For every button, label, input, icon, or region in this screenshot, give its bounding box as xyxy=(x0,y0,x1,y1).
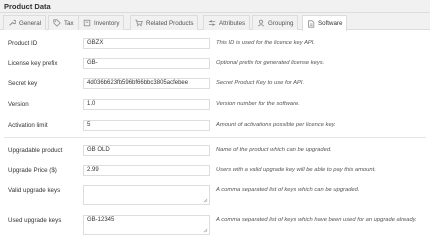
upgrade-price-input[interactable]: 2.99 xyxy=(83,165,210,176)
product-id-description: This ID is used for the licence key API. xyxy=(216,40,316,46)
activation-limit-description: Amount of activations possible per licen… xyxy=(216,122,336,128)
used-upgrade-keys-value: GB-12345 xyxy=(87,217,115,223)
license-key-prefix-label: License key prefix xyxy=(8,60,58,67)
tag-icon xyxy=(53,19,61,27)
version-input[interactable]: 1.0 xyxy=(83,99,210,110)
valid-upgrade-keys-label: Valid upgrade keys xyxy=(8,187,61,194)
activation-limit-input[interactable]: 5 xyxy=(83,120,210,131)
upgrade-price-label: Upgrade Price ($) xyxy=(8,167,57,174)
license-key-prefix-description: Optional prefix for generated license ke… xyxy=(216,60,325,66)
tab-grouping-label: Grouping xyxy=(268,19,294,27)
used-upgrade-keys-textarea[interactable]: GB-12345 xyxy=(83,215,210,235)
document-icon xyxy=(308,19,315,28)
product-data-tabs: General Tax Inventory Related Products A… xyxy=(0,13,430,31)
activation-limit-label: Activation limit xyxy=(8,122,48,129)
attributes-icon xyxy=(208,20,216,26)
section-divider xyxy=(4,137,426,138)
valid-upgrade-keys-description: A comma separated list of keys which can… xyxy=(216,187,360,193)
tab-attributes[interactable]: Attributes xyxy=(203,15,251,30)
resize-grip-icon[interactable] xyxy=(203,228,208,233)
tab-general-label: General xyxy=(19,19,42,27)
upgradable-product-input[interactable]: GB OLD xyxy=(83,145,210,156)
tab-general[interactable]: General xyxy=(3,15,47,30)
panel-title: Product Data xyxy=(0,0,430,13)
tab-grouping[interactable]: Grouping xyxy=(252,15,299,30)
upgrade-price-description: Users with a valid upgrade key will be a… xyxy=(216,167,376,173)
resize-grip-icon[interactable] xyxy=(203,198,208,203)
tab-related-products[interactable]: Related Products xyxy=(130,15,199,30)
tab-inventory[interactable]: Inventory xyxy=(78,15,125,30)
product-id-input[interactable]: GBZX xyxy=(83,38,210,49)
tab-software-label: Software xyxy=(318,20,343,27)
secret-key-description: Secret Product Key to use for API. xyxy=(216,80,305,86)
upgradable-product-description: Name of the product which can be upgrade… xyxy=(216,147,332,153)
tab-tax[interactable]: Tax xyxy=(48,15,79,30)
used-upgrade-keys-label: Used upgrade keys xyxy=(8,217,62,224)
upgradable-product-label: Upgradable product xyxy=(8,147,63,154)
product-id-label: Product ID xyxy=(8,40,38,47)
used-upgrade-keys-description: A comma separated list of keys which hav… xyxy=(216,217,417,223)
cart-icon xyxy=(135,19,143,27)
box-icon xyxy=(83,19,91,27)
tab-software[interactable]: Software xyxy=(302,15,348,31)
wrench-icon xyxy=(9,19,16,26)
secret-key-label: Secret key xyxy=(8,80,38,87)
license-key-prefix-input[interactable]: GB- xyxy=(83,58,210,69)
tab-inventory-label: Inventory xyxy=(94,19,120,27)
tab-related-products-label: Related Products xyxy=(146,19,194,27)
tab-tax-label: Tax xyxy=(64,19,74,27)
version-label: Version xyxy=(8,101,29,108)
grouping-icon xyxy=(257,19,265,27)
secret-key-input[interactable]: 4d036b623fb596bf66bbc3805acfebee xyxy=(83,78,210,89)
software-form: Product ID GBZX This ID is used for the … xyxy=(0,31,430,242)
valid-upgrade-keys-textarea[interactable] xyxy=(83,185,210,205)
version-description: Version number for the software. xyxy=(216,101,300,107)
tab-attributes-label: Attributes xyxy=(219,19,246,27)
